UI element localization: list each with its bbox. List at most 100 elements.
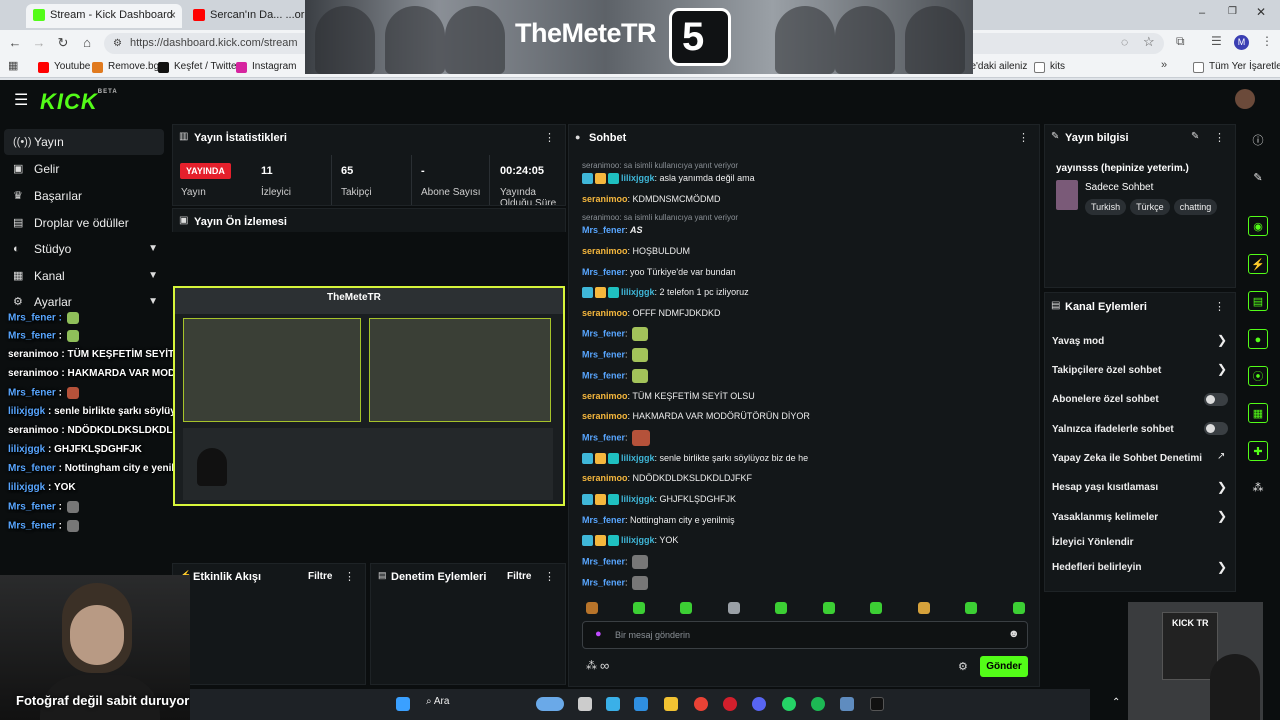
sidebar-item-yayin[interactable]: ((•)) Yayın (4, 129, 164, 155)
windows-start-icon[interactable] (396, 697, 410, 711)
back-icon[interactable]: ← (6, 34, 24, 52)
action-followers-only[interactable]: Takipçilere özel sohbet (1052, 365, 1161, 376)
tab-youtube[interactable]: Sercan'ın Da... ...ormansı (186, 4, 306, 28)
chevron-right-icon[interactable]: ❯ (1217, 333, 1227, 347)
more-icon[interactable]: ⋮ (544, 570, 555, 583)
kick-logo[interactable]: KICKBETA (40, 89, 118, 115)
tag[interactable]: Turkish (1085, 199, 1127, 215)
lightning-icon[interactable]: ⚡ (1248, 254, 1268, 274)
emote-icon[interactable] (965, 602, 977, 614)
chevron-up-icon[interactable]: ⌃ (1112, 697, 1120, 708)
eye-off-icon[interactable]: ◌ (1121, 35, 1128, 49)
sidebar-item-kanal[interactable]: ▦ Kanal ▼ (4, 263, 164, 289)
chevron-right-icon[interactable]: ❯ (1217, 560, 1227, 574)
document-icon[interactable]: ▤ (1248, 291, 1268, 311)
forward-icon[interactable]: → (30, 34, 48, 52)
emoji-icon[interactable]: ☻ (1008, 628, 1020, 640)
external-link-icon[interactable]: ↗ (1217, 451, 1225, 462)
chevron-right-icon[interactable]: ❯ (1217, 480, 1227, 494)
emote-icon[interactable] (870, 602, 882, 614)
whatsapp-icon[interactable] (782, 697, 796, 711)
action-set-goals[interactable]: Hedefleri belirleyin (1052, 562, 1141, 573)
category-thumbnail[interactable] (1056, 180, 1078, 210)
filter-button[interactable]: Filtre (308, 571, 332, 582)
menu-icon[interactable]: ⋮ (1261, 34, 1273, 48)
more-icon[interactable]: ⋮ (544, 131, 555, 144)
points-icon[interactable]: ⁂ (586, 659, 597, 672)
edit-icon[interactable]: ✎ (1248, 168, 1268, 188)
info-icon[interactable]: ⓘ (1248, 131, 1268, 151)
more-icon[interactable]: ⋮ (344, 570, 355, 583)
mic-icon[interactable]: ● (595, 628, 602, 640)
copilot-icon[interactable] (606, 697, 620, 711)
taskbar-search[interactable]: ⌕ Ara (426, 696, 449, 707)
emote-icon[interactable] (918, 602, 930, 614)
close-window-icon[interactable]: ✕ (1256, 5, 1266, 19)
broadcast-icon[interactable]: ⦿ (1248, 366, 1268, 386)
chat-input[interactable]: ● Bir mesaj gönderin ☻ (582, 621, 1028, 649)
maximize-icon[interactable]: ❐ (1228, 6, 1237, 17)
emote-icon[interactable] (775, 602, 787, 614)
sidebar-item-gelir[interactable]: ▣ Gelir (4, 156, 164, 182)
hamburger-menu-icon[interactable]: ☰ (14, 90, 28, 110)
minimize-icon[interactable]: – (1199, 7, 1205, 19)
wrench-icon[interactable]: ✚ (1248, 441, 1268, 461)
emote-icon[interactable] (1013, 602, 1025, 614)
reading-list-icon[interactable]: ☰ (1211, 34, 1222, 48)
discord-icon[interactable] (752, 697, 766, 711)
infinity-icon[interactable]: ∞ (600, 658, 609, 673)
action-slow-mode[interactable]: Yavaş mod (1052, 336, 1104, 347)
send-button[interactable]: Gönder (980, 656, 1028, 677)
spotify-icon[interactable] (811, 697, 825, 711)
app-icon[interactable] (634, 697, 648, 711)
task-view-icon[interactable] (578, 697, 592, 711)
tab-kick-dashboard[interactable]: Stream - Kick Dashboard × (26, 4, 182, 28)
bookmark-instagram[interactable]: Instagram (236, 59, 296, 75)
points-icon[interactable]: ⁂ (1248, 478, 1268, 498)
stream-category[interactable]: Sadece Sohbet (1085, 182, 1153, 193)
action-raid[interactable]: İzleyici Yönlendir (1052, 537, 1134, 548)
action-banned-words[interactable]: Yasaklanmış kelimeler (1052, 512, 1158, 523)
reload-icon[interactable]: ↻ (54, 34, 72, 52)
sidebar-item-basarilar[interactable]: ♛ Başarılar (4, 183, 164, 209)
emote-only-toggle[interactable] (1204, 422, 1228, 435)
more-icon[interactable]: ⋮ (1214, 300, 1225, 313)
bookmark-twitter[interactable]: Keşfet / Twitter (158, 59, 240, 75)
chat-settings-icon[interactable]: ⚙ (958, 660, 968, 673)
opera-icon[interactable] (723, 697, 737, 711)
sidebar-item-studyo[interactable]: ◐ Stüdyo ▼ (4, 236, 164, 262)
bookmark-removebg[interactable]: Remove.bg (92, 59, 159, 75)
more-icon[interactable]: ⋮ (1214, 131, 1225, 144)
chat-bubble-icon[interactable]: ● (1248, 329, 1268, 349)
profile-avatar[interactable]: M (1234, 35, 1249, 50)
chevron-right-icon[interactable]: ❯ (1217, 362, 1227, 376)
user-avatar[interactable] (1235, 89, 1255, 109)
bookmark-kits[interactable]: kits (1034, 59, 1065, 75)
bookmark-all[interactable]: Tüm Yer İşaretleri (1193, 59, 1280, 75)
star-icon[interactable]: ☆ (1143, 34, 1155, 50)
edit-icon[interactable]: ✎ (1191, 131, 1199, 142)
emote-icon[interactable] (633, 602, 645, 614)
sidebar-item-droplar[interactable]: ▤ Droplar ve ödüller (4, 210, 164, 236)
emote-icon[interactable] (680, 602, 692, 614)
emote-icon[interactable] (586, 602, 598, 614)
chrome-icon[interactable] (694, 697, 708, 711)
more-bookmarks-icon[interactable]: » (1161, 59, 1167, 71)
bookmark-youtube[interactable]: Youtube (38, 59, 90, 75)
tag[interactable]: Türkçe (1130, 199, 1170, 215)
site-info-icon[interactable]: ⚙ (113, 33, 122, 54)
emote-icon[interactable] (823, 602, 835, 614)
action-account-age[interactable]: Hesap yaşı kısıtlaması (1052, 482, 1158, 493)
file-explorer-icon[interactable] (664, 697, 678, 711)
home-icon[interactable]: ⌂ (78, 34, 96, 52)
camera-icon[interactable]: ◉ (1248, 216, 1268, 236)
capcut-icon[interactable] (870, 697, 884, 711)
layout-icon[interactable]: ▦ (1248, 403, 1268, 423)
emote-icon[interactable] (728, 602, 740, 614)
filter-button[interactable]: Filtre (507, 571, 531, 582)
extensions-icon[interactable]: ⧉ (1176, 34, 1185, 49)
tag[interactable]: chatting (1173, 199, 1218, 215)
subscribers-only-toggle[interactable] (1204, 393, 1228, 406)
apps-icon[interactable]: ▦ (8, 59, 18, 72)
store-icon[interactable] (840, 697, 854, 711)
